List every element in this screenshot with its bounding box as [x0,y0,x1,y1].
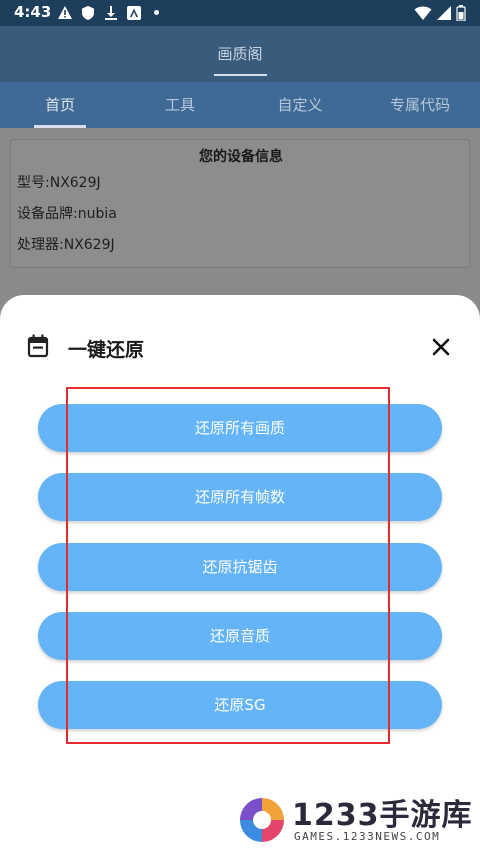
download-icon [105,6,117,20]
calendar-icon [27,334,49,358]
notification-dot-icon [154,10,159,15]
watermark-logo [240,798,284,842]
tab-indicator [34,125,86,128]
tab-tools[interactable]: 工具 [120,94,240,115]
highlight-box [66,387,390,744]
tab-custom[interactable]: 自定义 [240,94,360,115]
tab-home[interactable]: 首页 [0,94,120,115]
watermark: 1233手游库 GAMES.1233NEWS.COM [234,790,480,853]
close-icon[interactable] [428,334,454,360]
shield-icon [82,6,94,20]
battery-icon [456,5,466,21]
status-time: 4:43 [14,3,52,21]
device-info-card: 您的设备信息 型号:NX629J 设备品牌:nubia 处理器:NX629J [10,139,470,268]
title-underline [214,74,267,76]
sheet-title: 一键还原 [68,339,145,361]
app-bar: 画质阁 首页 工具 自定义 专属代码 [0,26,480,128]
tab-exclusive-code[interactable]: 专属代码 [360,94,480,115]
device-model: 型号:NX629J [17,175,101,191]
signal-icon [437,6,451,20]
tab-bar: 首页 工具 自定义 专属代码 [0,82,480,128]
wifi-icon [414,6,432,20]
app-store-icon [127,6,141,20]
device-info-title: 您的设备信息 [199,149,283,165]
watermark-site: GAMES.1233NEWS.COM [294,830,441,843]
device-brand: 设备品牌:nubia [17,206,117,222]
device-processor: 处理器:NX629J [17,237,115,253]
status-bar: 4:43 [0,0,480,26]
warning-icon [58,6,72,19]
app-title: 画质阁 [217,45,263,63]
watermark-brand: 1233手游库 [292,798,473,833]
